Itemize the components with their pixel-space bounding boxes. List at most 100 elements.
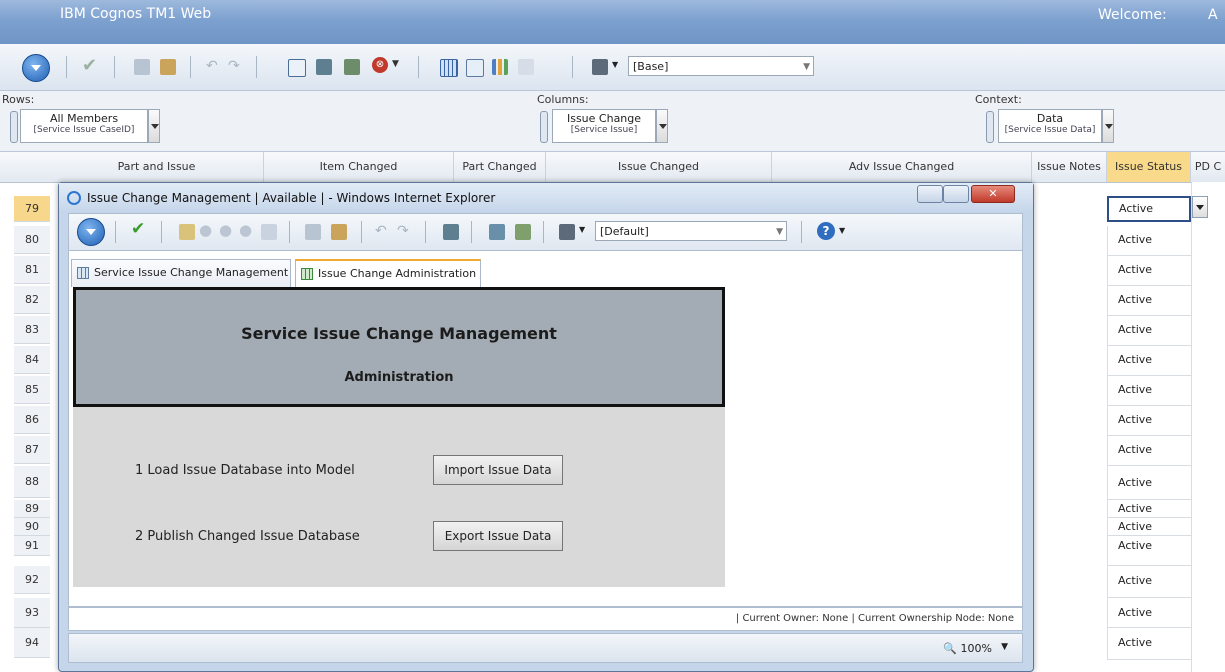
context-dimension[interactable]: Data [Service Issue Data] [998, 109, 1102, 143]
issue-status-cell[interactable]: Active [1107, 566, 1191, 598]
issue-status-cell[interactable]: Active [1107, 536, 1191, 566]
issue-status-cell[interactable]: Active [1107, 518, 1191, 536]
context-dimension-dropdown[interactable] [1102, 109, 1114, 143]
column-header[interactable]: Issue Changed [546, 152, 772, 182]
circle-icon[interactable]: ● [239, 221, 252, 239]
issue-status-dropdown[interactable] [1192, 196, 1208, 218]
issue-status-cell[interactable]: Active [1107, 376, 1191, 406]
subset-icon[interactable] [592, 59, 608, 75]
drag-handle-icon[interactable] [986, 111, 994, 143]
issue-status-cell[interactable]: Active [1107, 628, 1191, 660]
row-number[interactable]: 90 [14, 518, 50, 536]
import-issue-data-button[interactable]: Import Issue Data [433, 455, 563, 485]
rows-dimension-sub: [Service Issue CaseID] [33, 125, 135, 135]
drag-handle-icon[interactable] [540, 111, 548, 143]
column-header[interactable]: Item Changed [264, 152, 454, 182]
issue-status-cell[interactable]: Active [1107, 500, 1191, 518]
row-number[interactable]: 79 [14, 196, 50, 222]
maximize-button[interactable] [943, 185, 969, 203]
undo-icon[interactable]: ↶ [375, 223, 387, 239]
tab-service-issue-change-management[interactable]: Service Issue Change Management [71, 259, 291, 287]
row-number[interactable]: 87 [14, 436, 50, 464]
help-icon[interactable]: ? [817, 222, 835, 240]
copy-icon[interactable] [134, 59, 150, 75]
chevron-down-icon[interactable]: ▼ [1001, 642, 1008, 652]
chart-view-icon[interactable] [492, 59, 508, 75]
redo-icon[interactable]: ↷ [228, 58, 240, 74]
column-header[interactable]: PD C [1191, 152, 1225, 182]
row-number[interactable]: 89 [14, 500, 50, 518]
chevron-down-icon[interactable]: ▼ [839, 226, 845, 235]
issue-status-cell[interactable]: Active [1107, 196, 1191, 222]
popup-title-bar[interactable]: Issue Change Management | Available | - … [59, 183, 1033, 213]
recalc-icon[interactable] [288, 59, 306, 77]
row-number[interactable]: 84 [14, 346, 50, 374]
actions-menu-button[interactable] [22, 54, 50, 82]
column-header[interactable]: Part Changed [454, 152, 546, 182]
zoom-level[interactable]: 🔍 100% [943, 642, 992, 655]
row-number[interactable]: 80 [14, 226, 50, 254]
commit-check-icon[interactable]: ✔ [82, 55, 97, 76]
redo-icon[interactable]: ↷ [397, 223, 409, 239]
paste-icon[interactable] [331, 224, 347, 240]
issue-status-cell[interactable]: Active [1107, 436, 1191, 466]
row-number[interactable]: 91 [14, 536, 50, 556]
chart-icon[interactable] [515, 224, 531, 240]
toolbar-separator [361, 221, 362, 243]
actions-menu-button[interactable] [77, 218, 105, 246]
issue-status-cell[interactable]: Active [1107, 316, 1191, 346]
subset-select[interactable]: [Default] ▼ [595, 221, 787, 241]
spreading-icon[interactable] [344, 59, 360, 75]
column-header[interactable]: Issue Notes [1032, 152, 1107, 182]
columns-dimension-dropdown[interactable] [656, 109, 668, 143]
row-number[interactable]: 86 [14, 406, 50, 434]
grid-view-icon[interactable] [440, 59, 458, 77]
export-icon[interactable] [489, 224, 505, 240]
chevron-down-icon[interactable]: ▼ [579, 225, 585, 234]
row-number[interactable]: 94 [14, 628, 50, 658]
chevron-down-icon[interactable]: ▼ [612, 60, 618, 69]
paste-icon[interactable] [160, 59, 176, 75]
issue-status-cell[interactable]: Active [1107, 466, 1191, 500]
row-number[interactable]: 93 [14, 598, 50, 628]
sandbox-icon[interactable] [316, 59, 332, 75]
issue-status-cell[interactable]: Active [1107, 598, 1191, 628]
issue-status-cell[interactable]: Active [1107, 226, 1191, 256]
rows-dimension[interactable]: All Members [Service Issue CaseID] [20, 109, 148, 143]
subset-select[interactable]: [Base] ▼ [628, 56, 814, 76]
row-number[interactable]: 83 [14, 316, 50, 344]
close-button[interactable]: ✕ [971, 185, 1015, 203]
minimize-button[interactable] [917, 185, 943, 203]
subset-icon[interactable] [559, 224, 575, 240]
chart-type-icon[interactable] [518, 59, 534, 75]
lock-icon[interactable] [179, 224, 195, 240]
drag-handle-icon[interactable] [10, 111, 18, 143]
sandbox-icon[interactable] [443, 224, 459, 240]
undo-icon[interactable]: ↶ [206, 58, 218, 74]
issue-status-cell[interactable]: Active [1107, 346, 1191, 376]
issue-status-cell[interactable]: Active [1107, 406, 1191, 436]
issue-status-cell[interactable]: Active [1107, 256, 1191, 286]
row-number[interactable]: 85 [14, 376, 50, 404]
grid-chart-icon[interactable] [466, 59, 484, 77]
column-header[interactable]: Adv Issue Changed [772, 152, 1032, 182]
circle-icon[interactable]: ● [199, 221, 212, 239]
toolbar-separator [418, 56, 419, 78]
square-icon[interactable] [261, 224, 277, 240]
row-number[interactable]: 88 [14, 466, 50, 498]
issue-status-cell[interactable]: Active [1107, 286, 1191, 316]
chevron-down-icon[interactable]: ▼ [392, 59, 399, 69]
commit-check-icon[interactable]: ✔ [131, 219, 145, 239]
row-number[interactable]: 82 [14, 286, 50, 314]
tab-issue-change-administration[interactable]: Issue Change Administration [295, 259, 481, 287]
row-number[interactable]: 81 [14, 256, 50, 284]
stop-icon[interactable]: ⊗ [372, 57, 388, 73]
column-header-issue-status[interactable]: Issue Status [1107, 152, 1191, 182]
copy-icon[interactable] [305, 224, 321, 240]
export-issue-data-button[interactable]: Export Issue Data [433, 521, 563, 551]
rows-dimension-dropdown[interactable] [148, 109, 160, 143]
column-header[interactable]: Part and Issue [50, 152, 264, 182]
row-number[interactable]: 92 [14, 566, 50, 594]
columns-dimension[interactable]: Issue Change [Service Issue] [552, 109, 656, 143]
circle-icon[interactable]: ● [219, 221, 232, 239]
